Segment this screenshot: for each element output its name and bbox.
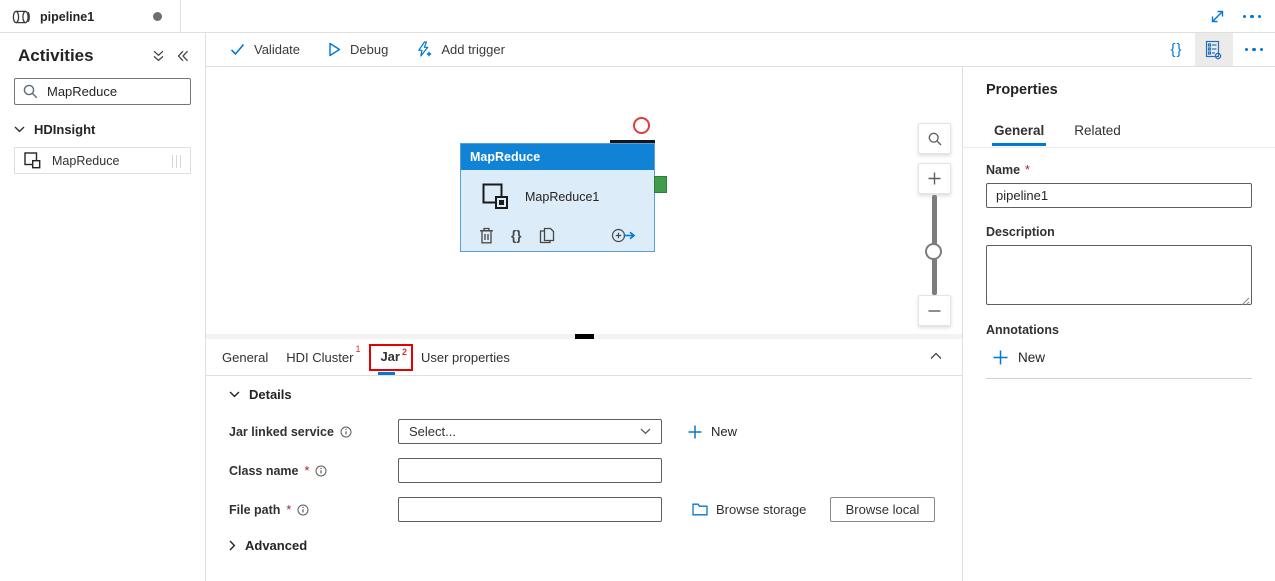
plus-icon [688, 425, 702, 439]
mapreduce-activity-node[interactable]: MapReduce MapReduce1 [460, 143, 655, 252]
validate-label: Validate [254, 42, 300, 57]
jar-linked-service-select[interactable]: Select... [398, 419, 662, 444]
validate-button[interactable]: Validate [230, 42, 300, 57]
delete-icon[interactable] [479, 227, 494, 244]
validation-error-circle [633, 117, 650, 134]
canvas-toolbar: Validate Debug Add trigger [206, 33, 1275, 67]
tabbar-more-icon[interactable] [1241, 11, 1264, 23]
unsaved-indicator-dot [153, 12, 162, 21]
node-header[interactable]: MapReduce [461, 144, 654, 170]
pipeline-tab[interactable]: pipeline1 [0, 0, 181, 33]
search-icon [23, 84, 38, 99]
properties-tab-general[interactable]: General [994, 123, 1044, 146]
details-section-header[interactable]: Details [229, 387, 292, 402]
tabline-divider [963, 147, 1275, 148]
expand-icon[interactable] [1210, 9, 1225, 24]
section-divider [986, 378, 1252, 379]
clone-icon[interactable] [539, 227, 555, 244]
chevron-down-icon [640, 428, 651, 435]
add-connection-icon[interactable] [611, 227, 636, 244]
mapreduce-node-icon [482, 183, 509, 210]
info-icon [340, 426, 352, 438]
sidebar-group-hdinsight[interactable]: HDInsight [0, 105, 205, 146]
node-name: MapReduce1 [525, 190, 599, 204]
file-path-label: File path * [229, 497, 309, 522]
pipeline-name-input[interactable] [986, 183, 1252, 208]
collapse-all-icon[interactable] [152, 50, 165, 62]
tab-user-properties[interactable]: User properties [421, 350, 510, 365]
tab-general[interactable]: General [222, 350, 268, 365]
activity-item-mapreduce[interactable]: MapReduce [14, 147, 191, 174]
lightning-plus-icon [416, 41, 432, 58]
pipeline-icon [12, 10, 31, 24]
node-output-port[interactable] [654, 176, 667, 193]
description-textarea[interactable] [986, 245, 1252, 305]
debug-button[interactable]: Debug [328, 42, 388, 57]
jar-badge: 2 [402, 347, 407, 357]
config-tabs: General HDI Cluster 1 Jar 2 User propert… [206, 339, 962, 376]
activity-config-panel: General HDI Cluster 1 Jar 2 User propert… [206, 339, 962, 581]
properties-toggle-icon[interactable] [1195, 33, 1233, 66]
tab-hdi-cluster[interactable]: HDI Cluster 1 [286, 350, 360, 365]
activity-item-label: MapReduce [52, 154, 119, 168]
name-label: Name * [986, 163, 1030, 177]
info-icon [315, 465, 327, 477]
properties-panel: Properties General Related Name * Descri… [962, 67, 1275, 581]
activities-panel: Activities [0, 33, 206, 581]
collapse-config-icon[interactable] [930, 352, 942, 360]
chevron-down-icon [14, 126, 25, 133]
info-icon [297, 504, 309, 516]
browse-local-button[interactable]: Browse local [830, 497, 935, 522]
tab-jar[interactable]: Jar 2 [369, 344, 413, 371]
class-name-input[interactable] [398, 458, 662, 483]
new-linked-service-button[interactable]: New [688, 419, 737, 444]
add-trigger-label: Add trigger [441, 42, 505, 57]
folder-icon [692, 503, 708, 516]
zoom-slider-thumb[interactable] [925, 243, 942, 260]
advanced-section-header[interactable]: Advanced [229, 538, 307, 553]
code-view-icon[interactable]: {} [1158, 41, 1194, 58]
pipeline-canvas[interactable]: MapReduce MapReduce1 [206, 67, 962, 334]
activities-title: Activities [18, 46, 152, 66]
properties-tab-related[interactable]: Related [1074, 123, 1121, 146]
check-icon [230, 43, 245, 56]
zoom-fit-button[interactable] [918, 123, 951, 154]
annotations-label: Annotations [986, 323, 1059, 337]
file-path-input[interactable] [398, 497, 662, 522]
debug-label: Debug [350, 42, 388, 57]
activities-header: Activities [0, 33, 205, 76]
plus-icon [993, 350, 1008, 365]
node-code-icon[interactable]: {} [511, 228, 522, 243]
new-annotation-button[interactable]: New [993, 350, 1045, 365]
tabbar-actions [1210, 0, 1264, 33]
app-root: pipeline1 Activities [0, 0, 1275, 581]
jar-linked-service-label: Jar linked service [229, 419, 352, 444]
activities-search-box[interactable] [14, 78, 191, 105]
activities-search-input[interactable] [47, 84, 182, 99]
chevron-down-icon [229, 391, 240, 398]
document-tabbar: pipeline1 [0, 0, 1275, 33]
tab-title: pipeline1 [40, 10, 94, 24]
zoom-in-button[interactable] [918, 163, 951, 194]
properties-title: Properties [986, 82, 1058, 98]
toolbar-more-icon[interactable] [1243, 44, 1266, 56]
hdi-cluster-badge: 1 [355, 344, 360, 354]
chevron-right-icon [229, 540, 236, 551]
group-label: HDInsight [34, 122, 95, 137]
browse-storage-button[interactable]: Browse storage [692, 497, 806, 522]
play-icon [328, 42, 341, 57]
mapreduce-icon [24, 152, 41, 169]
drag-handle[interactable] [172, 155, 182, 168]
collapse-panel-icon[interactable] [177, 50, 189, 62]
description-label: Description [986, 225, 1055, 239]
zoom-out-button[interactable] [918, 295, 951, 326]
class-name-label: Class name * [229, 458, 327, 483]
add-trigger-button[interactable]: Add trigger [416, 41, 505, 58]
